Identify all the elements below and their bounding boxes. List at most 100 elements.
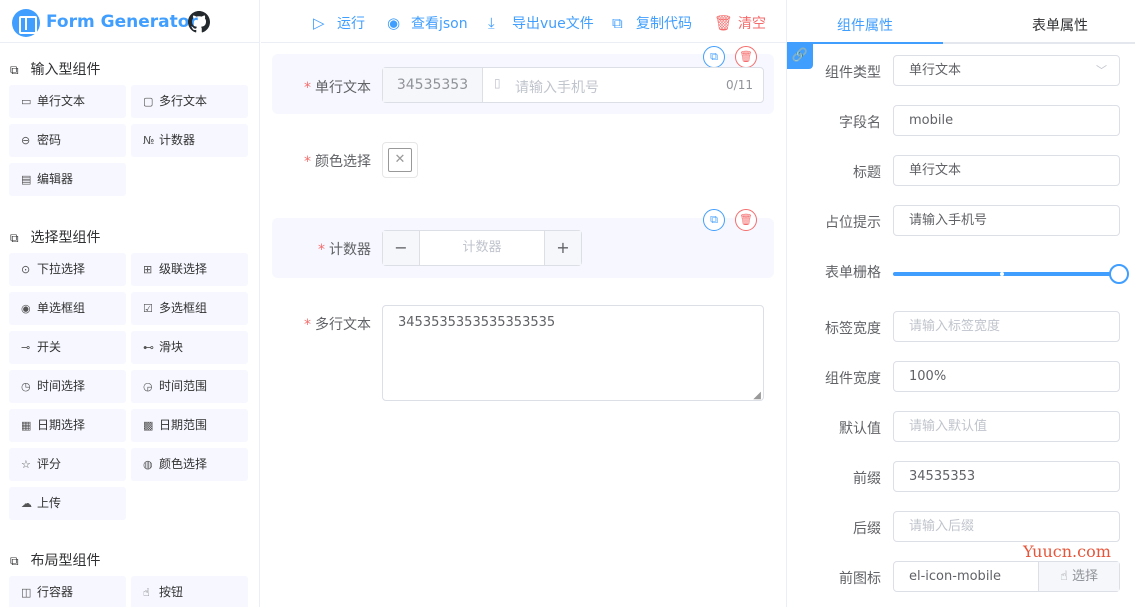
decrease-button[interactable]: −: [383, 231, 420, 265]
field-label: * 多行文本: [304, 317, 371, 333]
input-placeholder: 请输入手机号: [515, 80, 599, 96]
component-input[interactable]: ▭ 单行文本: [9, 85, 126, 118]
component-button[interactable]: ☝ 按钮: [131, 576, 248, 607]
prop-label-placeholder: 占位提示: [825, 215, 881, 231]
copy-icon: ⧉: [612, 14, 623, 32]
stepper-placeholder: 计数器: [462, 240, 502, 255]
component-upload[interactable]: ☁ 上传: [9, 487, 126, 520]
prop-label-suffix: 后缀: [853, 521, 881, 537]
switch-icon: ⊸: [21, 341, 31, 354]
form-canvas: ⧉ 🗑 * 单行文本 34535353 ▯ 请输入手机号 0/11 * 颜色选择 ✕…: [261, 44, 786, 607]
prefix-icon-input[interactable]: el-icon-mobile ☝ 选择: [893, 561, 1120, 592]
textarea-value: 3453535353535353535: [398, 315, 556, 330]
clock-icon: ◷: [21, 380, 31, 393]
component-radio[interactable]: ◉ 单选框组: [9, 292, 126, 325]
form-generator-app: Form Generator ⧉ 输入型组件 ▭ 单行文本 ▢ 多行文本 ⊖ 密码 №…: [0, 0, 1135, 607]
field-name-input[interactable]: mobile: [893, 105, 1120, 136]
logo-icon: [12, 9, 40, 37]
textarea-icon: ▢: [143, 95, 154, 108]
properties-tabs: 组件属性 表单属性: [787, 0, 1135, 44]
prop-label-prefix: 前缀: [853, 471, 881, 487]
time-range-icon: ◶: [143, 380, 153, 393]
increase-button[interactable]: +: [544, 231, 581, 265]
logo-bar: Form Generator: [0, 0, 260, 43]
group-title-select: ⧉ 选择型组件: [10, 230, 101, 246]
copy-icon: ⧉: [710, 213, 718, 226]
export-vue-button[interactable]: ⤓ 导出vue文件: [488, 13, 594, 33]
component-slider[interactable]: ⊷ 滑块: [131, 331, 248, 364]
checkbox-icon: ☑: [143, 302, 153, 315]
star-icon: ☆: [21, 458, 31, 471]
component-password[interactable]: ⊖ 密码: [9, 124, 126, 157]
component-switch[interactable]: ⊸ 开关: [9, 331, 126, 364]
component-date-range[interactable]: ▩ 日期范围: [131, 409, 248, 442]
component-textarea[interactable]: ▢ 多行文本: [131, 85, 248, 118]
trash-icon: 🗑: [739, 213, 753, 226]
component-time[interactable]: ◷ 时间选择: [9, 370, 126, 403]
mobile-input[interactable]: 34535353 ▯ 请输入手机号 0/11: [382, 67, 764, 103]
input-icon: ▭: [21, 95, 32, 108]
view-json-button[interactable]: ◉ 查看json: [387, 13, 468, 33]
component-width-input[interactable]: 100%: [893, 361, 1120, 392]
component-group-icon: ⧉: [10, 231, 19, 245]
copy-item-button[interactable]: ⧉: [703, 209, 725, 231]
prop-label-label-width: 标签宽度: [825, 321, 881, 337]
select-icon: ⊙: [21, 263, 31, 276]
slider-stop: [1000, 272, 1004, 276]
number-stepper[interactable]: − 计数器 +: [382, 230, 582, 266]
tab-component-props[interactable]: 组件属性: [837, 15, 893, 35]
icon-select-button[interactable]: ☝ 选择: [1038, 562, 1119, 591]
tab-form-props[interactable]: 表单属性: [1032, 15, 1088, 35]
delete-item-button[interactable]: 🗑: [735, 209, 757, 231]
clear-button[interactable]: 🗑 清空: [714, 13, 766, 33]
number-icon: №: [143, 134, 155, 147]
textarea-field[interactable]: 3453535353535353535 ◢: [382, 305, 764, 401]
color-picker[interactable]: ✕: [382, 142, 418, 178]
radio-icon: ◉: [21, 302, 31, 315]
grid-slider-handle[interactable]: [1109, 264, 1129, 284]
component-group-icon: ⧉: [10, 63, 19, 77]
suffix-input[interactable]: 请输入后缀: [893, 511, 1120, 542]
component-group-icon: ⧉: [10, 554, 19, 568]
field-label: * 计数器: [318, 242, 371, 258]
prefix-input[interactable]: 34535353: [893, 461, 1120, 492]
component-color[interactable]: ◍ 颜色选择: [131, 448, 248, 481]
component-date[interactable]: ▦ 日期选择: [9, 409, 126, 442]
field-label: * 单行文本: [304, 80, 371, 96]
calendar-icon: ▦: [21, 419, 32, 432]
prop-label-prefix-icon: 前图标: [839, 571, 881, 587]
copy-icon: ⧉: [710, 50, 718, 63]
play-icon: ▷: [313, 14, 325, 32]
component-row[interactable]: ◫ 行容器: [9, 576, 126, 607]
copy-item-button[interactable]: ⧉: [703, 46, 725, 68]
prop-label-field: 字段名: [839, 115, 881, 131]
component-type-select[interactable]: 单行文本 ﹀: [893, 55, 1120, 86]
github-icon[interactable]: [188, 11, 210, 33]
component-number[interactable]: № 计数器: [131, 124, 248, 157]
resize-handle-icon[interactable]: ◢: [753, 390, 761, 401]
component-library-panel: Form Generator ⧉ 输入型组件 ▭ 单行文本 ▢ 多行文本 ⊖ 密码 №…: [0, 0, 260, 607]
default-value-input[interactable]: 请输入默认值: [893, 411, 1120, 442]
trash-icon: 🗑: [739, 50, 753, 63]
grid-slider-track[interactable]: [893, 272, 1119, 276]
download-icon: ⤓: [488, 14, 495, 32]
placeholder-input[interactable]: 请输入手机号: [893, 205, 1120, 236]
component-editor[interactable]: ▤ 编辑器: [9, 163, 126, 196]
label-width-input[interactable]: 请输入标签宽度: [893, 311, 1120, 342]
copy-code-button[interactable]: ⧉ 复制代码: [612, 13, 692, 33]
component-rate[interactable]: ☆ 评分: [9, 448, 126, 481]
chevron-down-icon: ﹀: [1096, 64, 1107, 77]
component-checkbox[interactable]: ☑ 多选框组: [131, 292, 248, 325]
title-input[interactable]: 单行文本: [893, 155, 1120, 186]
component-cascader[interactable]: ⊞ 级联选择: [131, 253, 248, 286]
row-container-icon: ◫: [21, 586, 32, 599]
pointer-icon: ☝: [1059, 569, 1068, 584]
delete-item-button[interactable]: 🗑: [735, 46, 757, 68]
prop-label-default: 默认值: [839, 421, 881, 437]
component-select[interactable]: ⊙ 下拉选择: [9, 253, 126, 286]
char-count: 0/11: [726, 78, 753, 92]
run-button[interactable]: ▷ 运行: [313, 13, 365, 33]
watermark-text: Yuucn.com: [1023, 542, 1111, 561]
component-time-range[interactable]: ◶ 时间范围: [131, 370, 248, 403]
palette-icon: ◍: [143, 458, 153, 471]
